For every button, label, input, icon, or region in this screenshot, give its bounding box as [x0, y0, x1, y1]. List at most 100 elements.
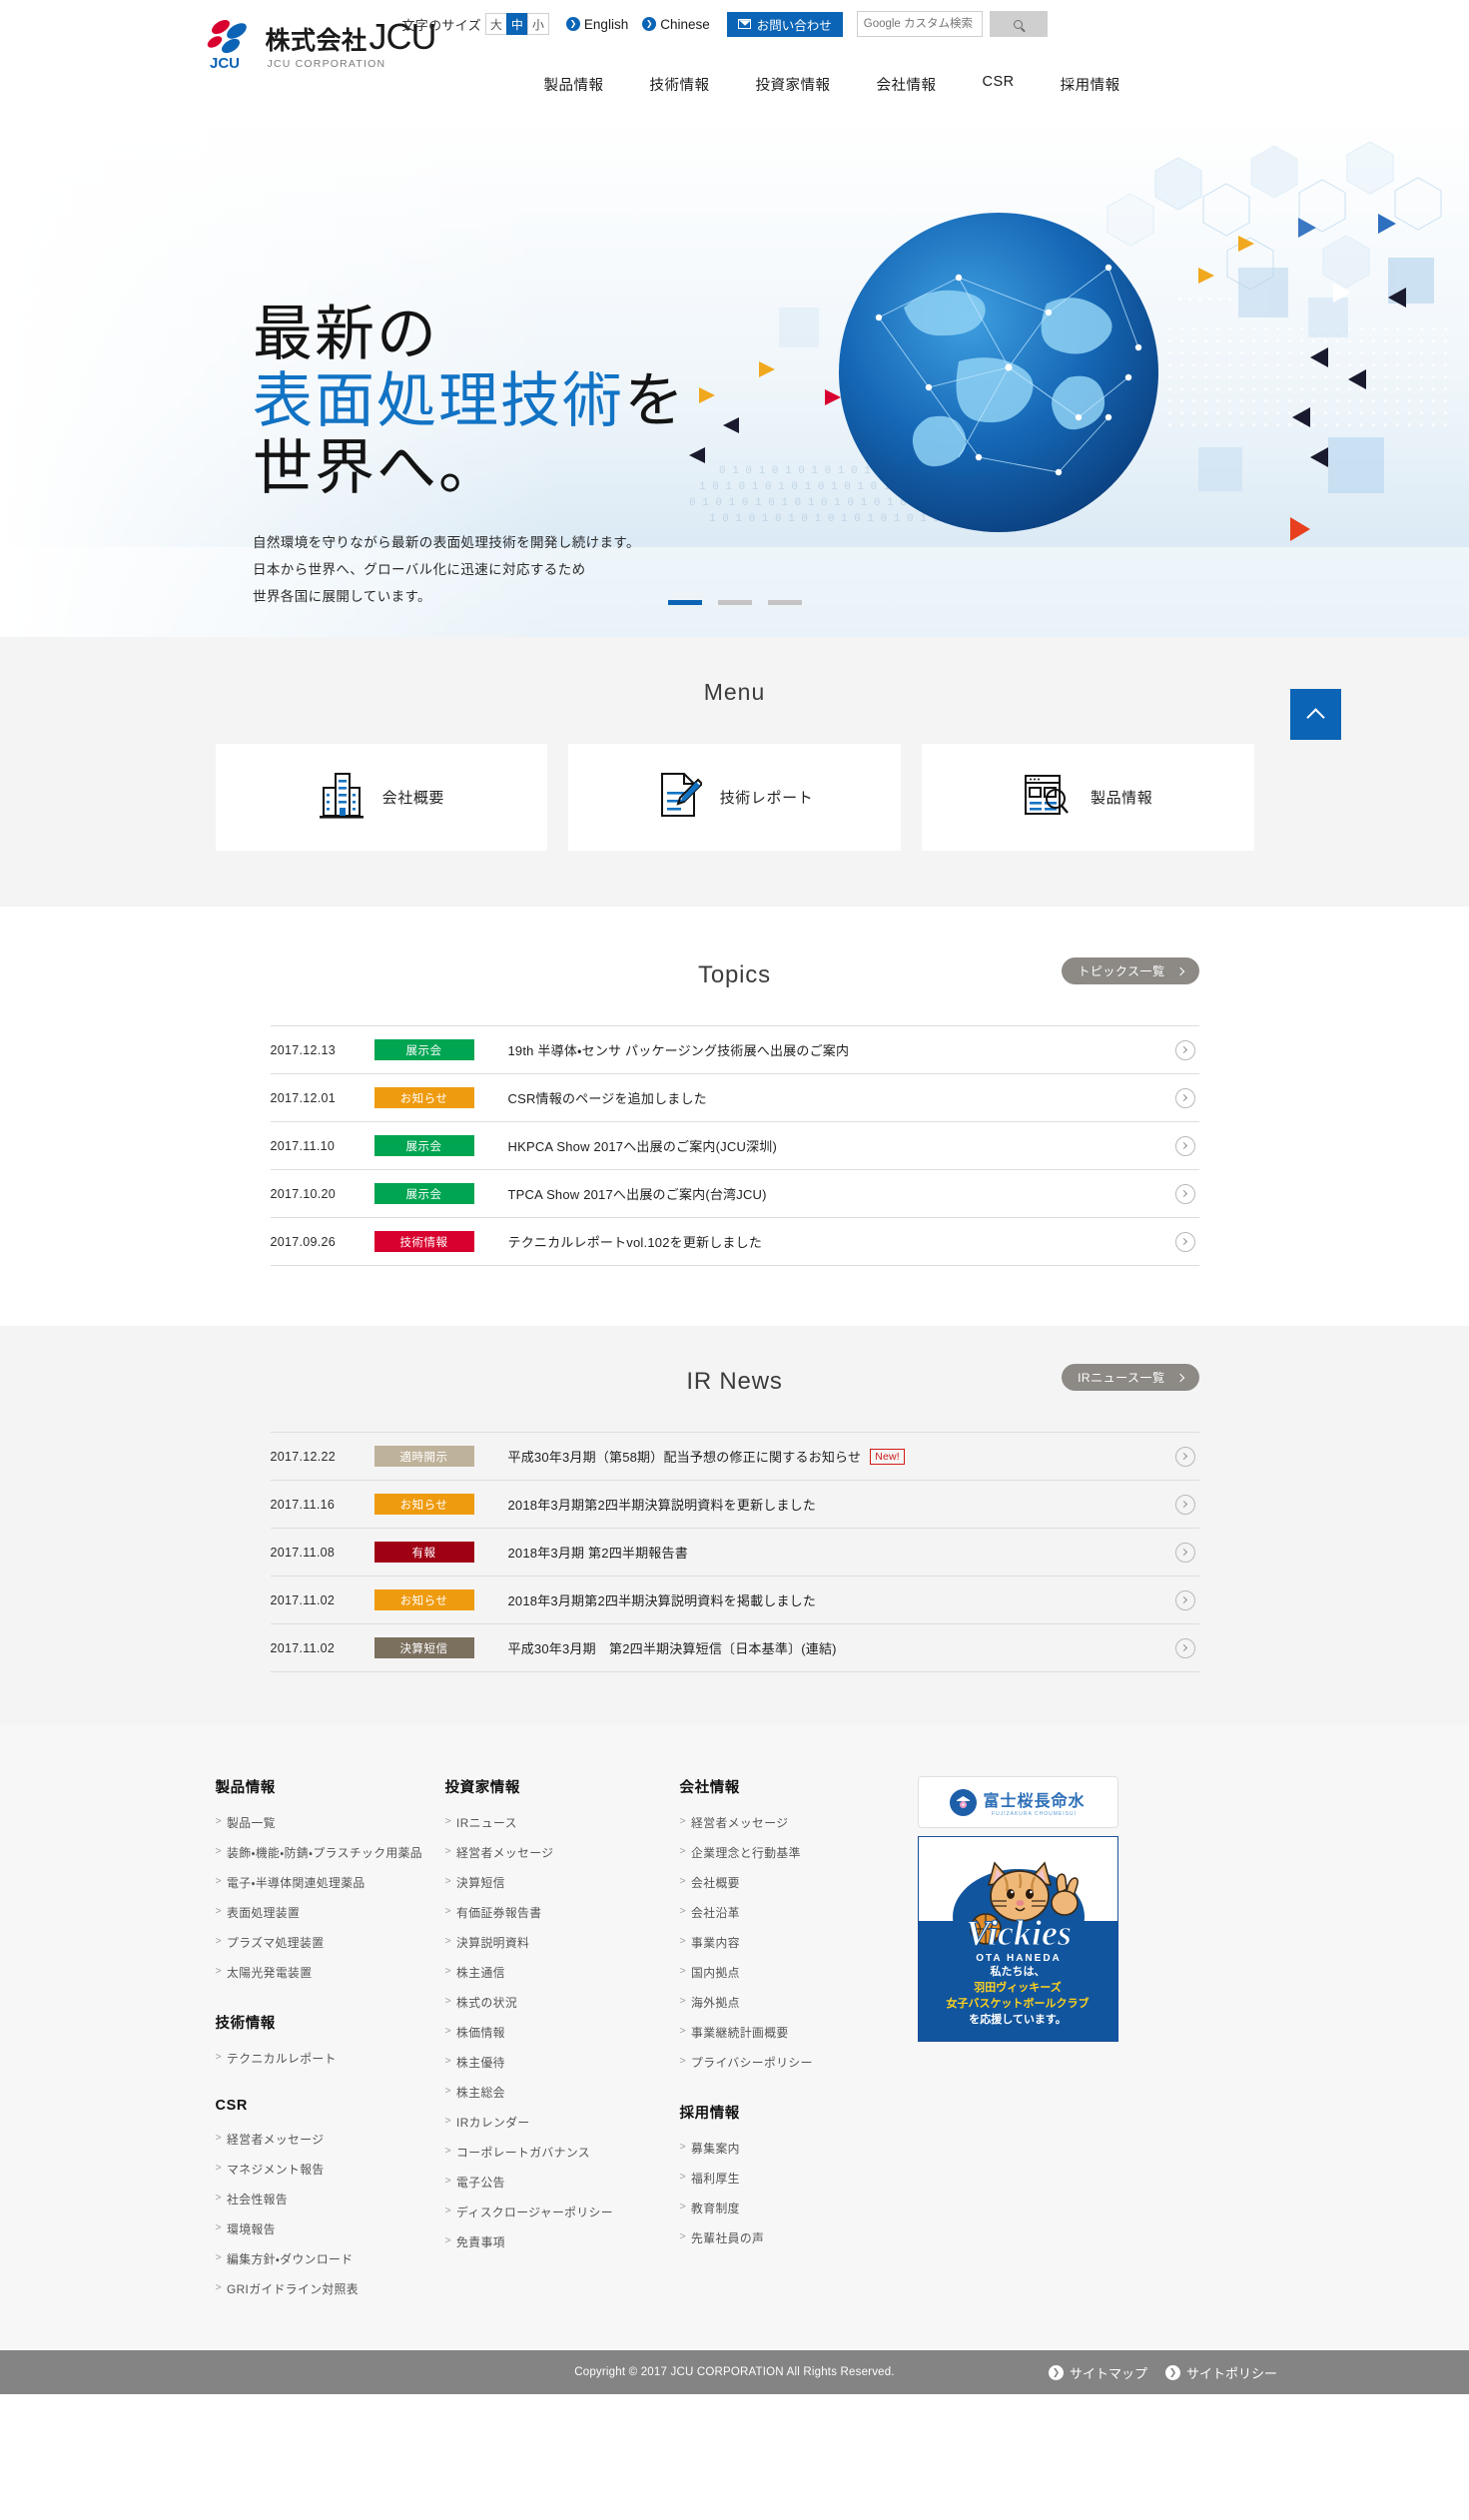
footer-link[interactable]: > 決算説明資料 — [445, 1934, 680, 1951]
chevron-right-icon[interactable] — [1174, 1135, 1195, 1156]
footer-link[interactable]: > 海外拠点 — [680, 1994, 918, 2011]
table-row[interactable]: 2017.12.22 適時開示 平成30年3月期（第58期）配当予想の修正に関す… — [270, 1433, 1199, 1481]
footer-link[interactable]: > 株主通信 — [445, 1964, 680, 1981]
footer-link[interactable]: > IRカレンダー — [445, 2114, 680, 2131]
footer-link[interactable]: > 先輩社員の声 — [680, 2229, 918, 2246]
carousel-dot-2[interactable] — [717, 600, 752, 605]
footer-link[interactable]: > 環境報告 — [216, 2220, 445, 2237]
chinese-link[interactable]: ❯ Chinese — [642, 17, 710, 32]
footer-link[interactable]: > 福利厚生 — [680, 2170, 918, 2187]
chevron-right-icon[interactable] — [1174, 1589, 1195, 1610]
footer-link[interactable]: > 表面処理装置 — [216, 1904, 445, 1921]
menu-card-company-profile[interactable]: 会社概要 — [215, 744, 548, 851]
ir-title: 平成30年3月期 第2四半期決算短信〔日本基準〕(連結) — [507, 1641, 837, 1656]
footer-link[interactable]: > 経営者メッセージ — [216, 2131, 445, 2148]
nav-item-recruit[interactable]: 採用情報 — [1038, 74, 1143, 95]
footer-link[interactable]: > 免責事項 — [445, 2233, 680, 2250]
menu-card-technical-report[interactable]: 技術レポート — [568, 744, 901, 851]
table-row[interactable]: 2017.11.02 決算短信 平成30年3月期 第2四半期決算短信〔日本基準〕… — [270, 1624, 1199, 1672]
footer-link[interactable]: > 製品一覧 — [216, 1814, 445, 1831]
table-row[interactable]: 2017.12.13 展示会 19th 半導体・センサ パッケージング技術展へ出… — [270, 1026, 1199, 1074]
search-button[interactable] — [989, 11, 1048, 37]
ir-news-more-button[interactable]: IRニュース一覧 — [1062, 1364, 1199, 1391]
footer-link[interactable]: > プラズマ処理装置 — [216, 1934, 445, 1951]
footer-link[interactable]: > 教育制度 — [680, 2200, 918, 2216]
footer-link[interactable]: > 企業理念と行動基準 — [680, 1844, 918, 1861]
table-row[interactable]: 2017.09.26 技術情報 テクニカルレポートvol.102を更新しました — [270, 1218, 1199, 1266]
footer-link[interactable]: > IRニュース — [445, 1814, 680, 1831]
nav-item-products[interactable]: 製品情報 — [521, 74, 627, 95]
footer-link[interactable]: > プライバシーポリシー — [680, 2054, 918, 2071]
site-policy-link[interactable]: ❯ サイトポリシー — [1164, 2363, 1277, 2382]
banner-fujizakura[interactable]: 富士桜長命水 FUJIZAKURA CHOUMEISUI — [917, 1776, 1118, 1828]
fontsize-large-button[interactable]: 大 — [484, 13, 507, 35]
footer-link[interactable]: > コーポレートガバナンス — [445, 2144, 680, 2161]
table-row[interactable]: 2017.11.10 展示会 HKPCA Show 2017へ出展のご案内(JC… — [270, 1122, 1199, 1170]
footer-link[interactable]: > テクニカルレポート — [216, 2050, 445, 2067]
table-row[interactable]: 2017.11.08 有報 2018年3月期 第2四半期報告書 — [270, 1529, 1199, 1576]
chevron-right-icon[interactable] — [1174, 1494, 1195, 1515]
banner-vickies[interactable]: Vickies OTA HANEDA 私たちは、 羽田ヴィッキーズ 女子バスケッ… — [917, 1836, 1118, 2042]
footer-link[interactable]: > 編集方針・ダウンロード — [216, 2250, 445, 2267]
chevron-right-icon[interactable] — [1174, 1542, 1195, 1563]
footer-link[interactable]: > 株主優待 — [445, 2054, 680, 2071]
footer-link[interactable]: > 社会性報告 — [216, 2191, 445, 2207]
chevron-right-icon[interactable] — [1174, 1183, 1195, 1204]
footer-link-label: 経営者メッセージ — [691, 1816, 789, 1830]
footer-link[interactable]: > 経営者メッセージ — [680, 1814, 918, 1831]
chevron-right-icon: > — [444, 1995, 452, 2007]
table-row[interactable]: 2017.11.02 お知らせ 2018年3月期第2四半期決算説明資料を掲載しま… — [270, 1576, 1199, 1624]
footer-link[interactable]: > 事業継続計画概要 — [680, 2024, 918, 2041]
footer-link[interactable]: > 募集案内 — [680, 2140, 918, 2157]
footer-link[interactable]: > マネジメント報告 — [216, 2161, 445, 2178]
footer-link[interactable]: > 国内拠点 — [680, 1964, 918, 1981]
topics-more-button[interactable]: トピックス一覧 — [1062, 957, 1199, 984]
table-row[interactable]: 2017.11.16 お知らせ 2018年3月期第2四半期決算説明資料を更新しま… — [270, 1481, 1199, 1529]
footer-link[interactable]: > 株価情報 — [445, 2024, 680, 2041]
status-badge: 決算短信 — [373, 1637, 474, 1658]
english-link[interactable]: ❯ English — [565, 17, 628, 32]
svg-text:JCU: JCU — [210, 55, 240, 70]
table-row[interactable]: 2017.12.01 お知らせ CSR情報のページを追加しました — [270, 1074, 1199, 1122]
footer-link[interactable]: > 株主総会 — [445, 2084, 680, 2101]
footer-link[interactable]: > 経営者メッセージ — [445, 1844, 680, 1861]
fontsize-medium-button[interactable]: 中 — [505, 13, 528, 35]
carousel-dot-1[interactable] — [667, 600, 702, 605]
search-input[interactable] — [856, 11, 983, 37]
menu-card-product-info[interactable]: 製品情報 — [921, 744, 1254, 851]
footer-link[interactable]: > GRIガイドライン対照表 — [216, 2280, 445, 2297]
chevron-right-icon[interactable] — [1174, 1039, 1195, 1060]
page-top-button[interactable] — [1290, 689, 1341, 740]
chevron-right-icon[interactable] — [1174, 1446, 1195, 1467]
footer-link[interactable]: > 太陽光発電装置 — [216, 1964, 445, 1981]
topic-date: 2017.12.01 — [270, 1090, 337, 1105]
footer-link[interactable]: > 会社概要 — [680, 1874, 918, 1891]
nav-item-technology[interactable]: 技術情報 — [627, 74, 733, 95]
nav-item-company[interactable]: 会社情報 — [854, 74, 960, 95]
footer-link[interactable]: > 事業内容 — [680, 1934, 918, 1951]
logo-subtitle: JCU CORPORATION — [267, 57, 386, 70]
chevron-right-icon[interactable] — [1174, 1637, 1195, 1658]
footer-link[interactable]: > 装飾・機能・防錆・プラスチック用薬品 — [216, 1844, 445, 1861]
footer-link[interactable]: > 電子・半導体関連処理薬品 — [216, 1874, 445, 1891]
footer-link[interactable]: > 株式の状況 — [445, 1994, 680, 2011]
vickies-mascot-icon: Vickies OTA HANEDA — [952, 1861, 1085, 1965]
footer-link[interactable]: > 有価証券報告書 — [445, 1904, 680, 1921]
footer-link[interactable]: > ディスクロージャーポリシー — [445, 2204, 680, 2220]
nav-item-investors[interactable]: 投資家情報 — [733, 74, 854, 95]
chevron-right-icon[interactable] — [1174, 1087, 1195, 1108]
site-logo[interactable]: JCU 株式会社 JCU JCU CORPORATION — [202, 18, 437, 72]
nav-item-csr[interactable]: CSR — [960, 74, 1038, 95]
footer-link[interactable]: > 電子公告 — [445, 2174, 680, 2191]
chevron-right-icon: > — [444, 2115, 452, 2127]
fontsize-small-button[interactable]: 小 — [526, 13, 549, 35]
table-row[interactable]: 2017.10.20 展示会 TPCA Show 2017へ出展のご案内(台湾J… — [270, 1170, 1199, 1218]
footer-link-label: 装飾・機能・防錆・プラスチック用薬品 — [227, 1846, 422, 1860]
carousel-dot-3[interactable] — [767, 600, 802, 605]
contact-button[interactable]: お問い合わせ — [726, 11, 843, 37]
sitemap-link[interactable]: ❯ サイトマップ — [1048, 2363, 1147, 2382]
footer-link[interactable]: > 決算短信 — [445, 1874, 680, 1891]
chevron-right-icon[interactable] — [1174, 1231, 1195, 1252]
footer-link[interactable]: > 会社沿革 — [680, 1904, 918, 1921]
chevron-right-icon: > — [679, 2201, 687, 2212]
